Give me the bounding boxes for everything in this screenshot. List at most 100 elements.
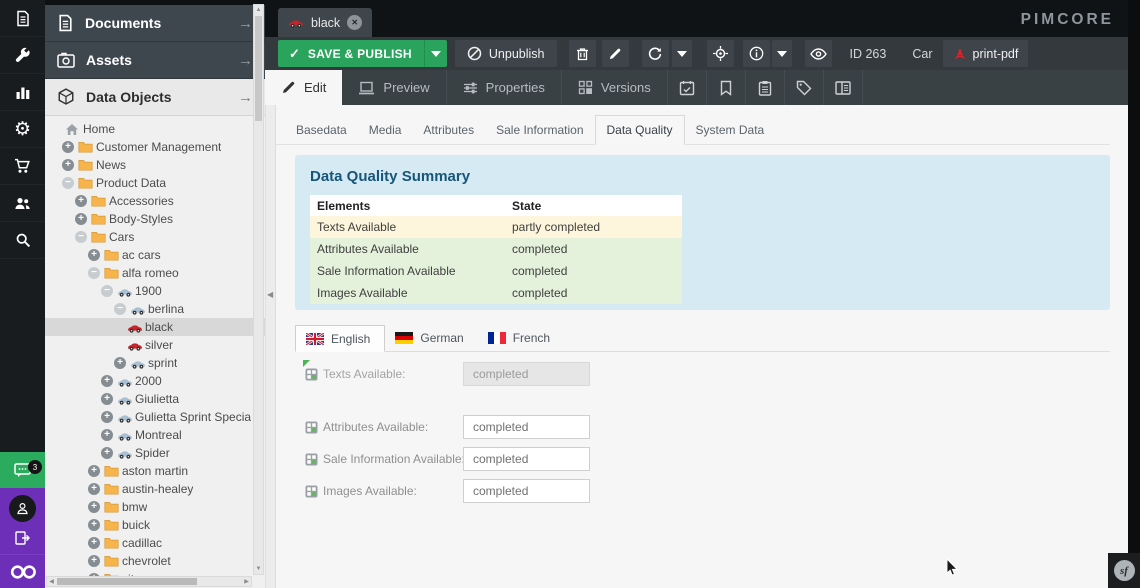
subtab-attributes[interactable]: Attributes bbox=[412, 115, 485, 144]
expander-icon[interactable]: + bbox=[101, 375, 113, 387]
tree-vertical-scrollbar[interactable]: ▲ ▼ bbox=[253, 4, 264, 575]
subtab-data-quality[interactable]: Data Quality bbox=[595, 115, 685, 145]
tree-item[interactable]: +Customer Management bbox=[45, 138, 265, 156]
scroll-thumb[interactable] bbox=[255, 16, 262, 121]
language-tab-german[interactable]: German bbox=[385, 325, 477, 351]
tree-item[interactable]: Home bbox=[45, 120, 265, 138]
expander-icon[interactable]: + bbox=[88, 249, 100, 261]
tree-item[interactable]: −Product Data bbox=[45, 174, 265, 192]
collapse-panel-icon[interactable]: ◀ bbox=[267, 290, 273, 299]
expander-icon[interactable]: − bbox=[114, 303, 126, 315]
scroll-down-icon[interactable]: ▼ bbox=[254, 564, 263, 574]
tree-item[interactable]: +buick bbox=[45, 516, 265, 534]
expander-icon[interactable]: + bbox=[101, 393, 113, 405]
tree-item[interactable]: +Body-Styles bbox=[45, 210, 265, 228]
tree-item[interactable]: +Accessories bbox=[45, 192, 265, 210]
expander-icon[interactable]: + bbox=[101, 411, 113, 423]
tree-item[interactable]: +News bbox=[45, 156, 265, 174]
tree-item[interactable]: −1900 bbox=[45, 282, 265, 300]
expander-icon[interactable]: + bbox=[114, 357, 126, 369]
locate-in-tree-button[interactable] bbox=[707, 40, 734, 67]
tree-item[interactable]: black bbox=[45, 318, 265, 336]
expander-icon[interactable]: − bbox=[62, 177, 74, 189]
workflow-columns-button[interactable] bbox=[824, 70, 863, 105]
tree-item[interactable]: silver bbox=[45, 336, 265, 354]
tree-item[interactable]: −berlina bbox=[45, 300, 265, 318]
expander-icon[interactable]: + bbox=[88, 483, 100, 495]
subtab-media[interactable]: Media bbox=[358, 115, 413, 144]
schedule-calendar-button[interactable] bbox=[668, 70, 707, 105]
expander-icon[interactable]: − bbox=[75, 231, 87, 243]
panel-splitter[interactable]: ◀ bbox=[265, 105, 276, 588]
expander-icon[interactable]: + bbox=[62, 141, 74, 153]
tab-properties[interactable]: Properties bbox=[447, 70, 562, 105]
tree-horizontal-scrollbar[interactable]: ◀ ▶ bbox=[46, 576, 252, 587]
tree-item[interactable]: +chevrolet bbox=[45, 552, 265, 570]
tree-item[interactable]: −Cars bbox=[45, 228, 265, 246]
ecommerce-rail-button[interactable] bbox=[0, 148, 45, 185]
field-input[interactable] bbox=[463, 479, 590, 503]
field-input[interactable] bbox=[463, 447, 590, 471]
expander-icon[interactable]: + bbox=[88, 519, 100, 531]
tab-versions[interactable]: Versions bbox=[562, 70, 668, 105]
expander-icon[interactable]: − bbox=[101, 285, 113, 297]
scroll-left-icon[interactable]: ◀ bbox=[47, 578, 56, 585]
save-options-button[interactable] bbox=[424, 40, 447, 67]
scroll-up-icon[interactable]: ▲ bbox=[254, 5, 263, 15]
tree-item[interactable]: +cadillac bbox=[45, 534, 265, 552]
notifications-button[interactable]: 3 bbox=[0, 452, 45, 488]
tree-item[interactable]: −alfa romeo bbox=[45, 264, 265, 282]
delete-button[interactable] bbox=[569, 40, 596, 67]
notes-bookmark-button[interactable] bbox=[707, 70, 746, 105]
documents-rail-button[interactable] bbox=[0, 0, 45, 37]
accordion-documents[interactable]: Documents → bbox=[45, 5, 265, 42]
tree-item[interactable]: +Spider bbox=[45, 444, 265, 462]
tools-rail-button[interactable] bbox=[0, 37, 45, 74]
subtab-sale-information[interactable]: Sale Information bbox=[485, 115, 594, 144]
tree-item[interactable]: +bmw bbox=[45, 498, 265, 516]
subtab-system-data[interactable]: System Data bbox=[685, 115, 776, 144]
language-tab-french[interactable]: French bbox=[478, 325, 564, 351]
expander-icon[interactable]: + bbox=[88, 465, 100, 477]
tree-item[interactable]: +Gulietta Sprint Specia bbox=[45, 408, 265, 426]
close-icon[interactable]: ✕ bbox=[347, 15, 362, 30]
expander-icon[interactable]: + bbox=[88, 501, 100, 513]
info-options-button[interactable] bbox=[772, 40, 792, 67]
user-avatar[interactable] bbox=[9, 495, 36, 522]
expander-icon[interactable]: − bbox=[88, 267, 100, 279]
info-button[interactable] bbox=[743, 40, 770, 67]
expander-icon[interactable]: + bbox=[88, 555, 100, 567]
users-rail-button[interactable] bbox=[0, 185, 45, 222]
subtab-basedata[interactable]: Basedata bbox=[285, 115, 358, 144]
print-pdf-button[interactable]: print-pdf bbox=[943, 40, 1029, 67]
expander-icon[interactable]: + bbox=[62, 159, 74, 171]
expander-icon[interactable]: + bbox=[101, 447, 113, 459]
settings-rail-button[interactable]: ⚙ bbox=[0, 111, 45, 148]
reload-options-button[interactable] bbox=[672, 40, 692, 67]
scroll-thumb[interactable] bbox=[57, 578, 197, 585]
tree-item[interactable]: +Montreal bbox=[45, 426, 265, 444]
expander-icon[interactable]: + bbox=[75, 213, 87, 225]
tree-item[interactable]: +aston martin bbox=[45, 462, 265, 480]
tree-item[interactable]: +ac cars bbox=[45, 246, 265, 264]
field-input[interactable] bbox=[463, 415, 590, 439]
object-tab-black[interactable]: black ✕ bbox=[278, 8, 372, 37]
language-tab-english[interactable]: English bbox=[295, 325, 385, 352]
tab-edit[interactable]: Edit bbox=[265, 70, 342, 105]
expander-icon[interactable]: + bbox=[75, 195, 87, 207]
accordion-assets[interactable]: Assets → bbox=[45, 42, 265, 79]
reports-clipboard-button[interactable] bbox=[746, 70, 785, 105]
search-rail-button[interactable] bbox=[0, 222, 45, 259]
rename-button[interactable] bbox=[602, 40, 629, 67]
symfony-profiler-button[interactable]: sf bbox=[1108, 553, 1140, 588]
tree-item[interactable]: +sprint bbox=[45, 354, 265, 372]
tree-item[interactable]: +Giulietta bbox=[45, 390, 265, 408]
logout-button[interactable] bbox=[0, 522, 45, 554]
save-and-publish-button[interactable]: ✓ SAVE & PUBLISH bbox=[278, 40, 447, 67]
expander-icon[interactable]: + bbox=[88, 537, 100, 549]
accordion-data-objects[interactable]: Data Objects → bbox=[45, 79, 265, 116]
tree-item[interactable]: +austin-healey bbox=[45, 480, 265, 498]
tab-preview[interactable]: Preview bbox=[342, 70, 446, 105]
expander-icon[interactable]: + bbox=[101, 429, 113, 441]
scroll-right-icon[interactable]: ▶ bbox=[242, 578, 251, 585]
